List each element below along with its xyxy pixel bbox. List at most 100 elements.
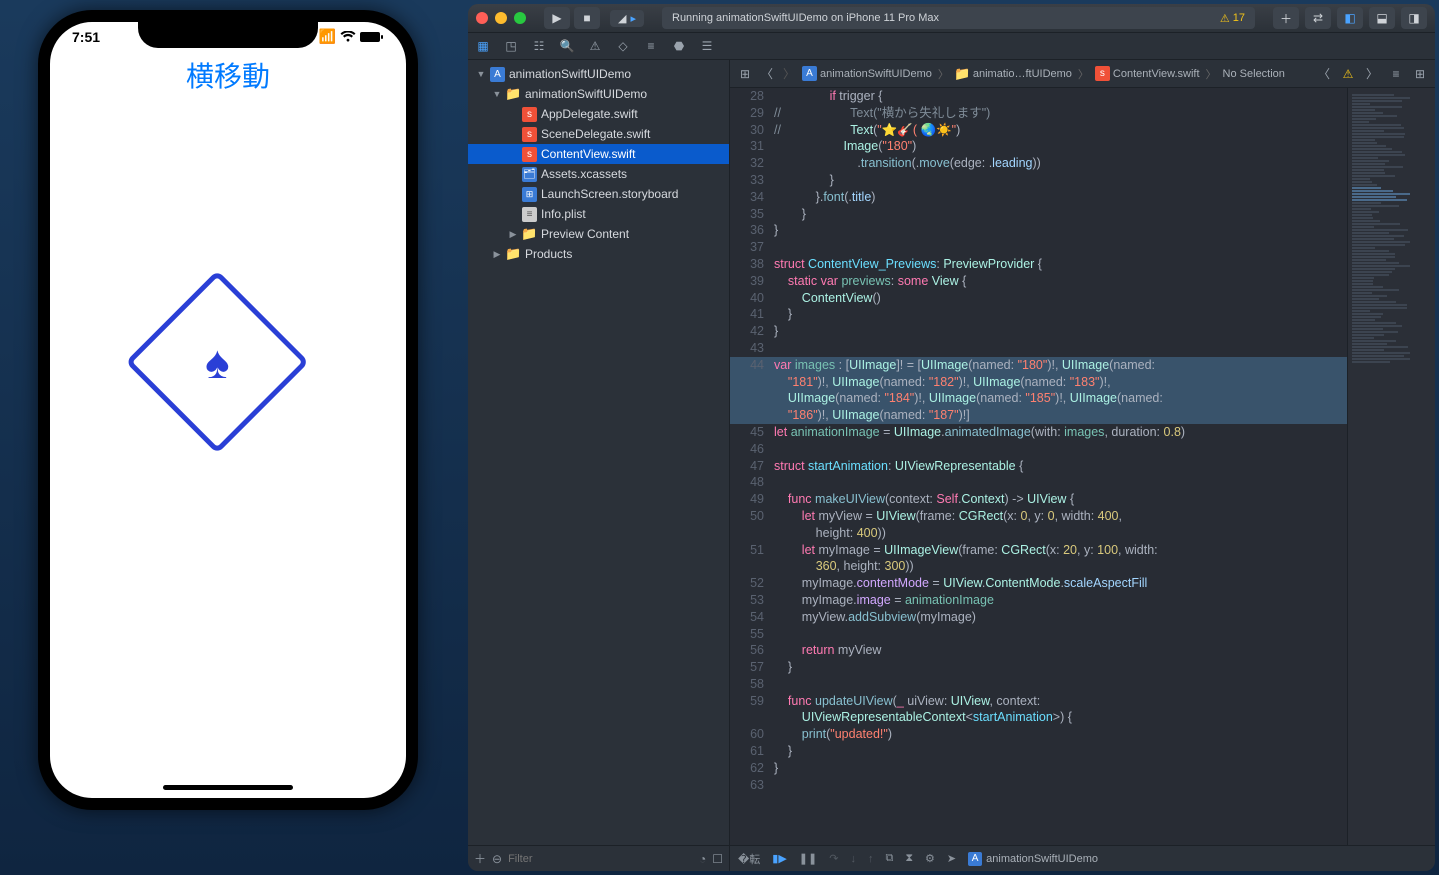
breakpoints-toggle[interactable]: ▮▶: [772, 852, 787, 865]
filter-input[interactable]: [508, 853, 693, 865]
code-line[interactable]: 28 if trigger {: [730, 88, 1347, 105]
code-line[interactable]: 48: [730, 474, 1347, 491]
code-line[interactable]: 32 .transition(.move(edge: .leading)): [730, 155, 1347, 172]
code-line[interactable]: 45let animationImage = UIImage.animatedI…: [730, 424, 1347, 441]
code-line[interactable]: 34 }.font(.title): [730, 189, 1347, 206]
tree-row-contentview-swift[interactable]: sContentView.swift: [468, 144, 729, 164]
zoom-button[interactable]: [514, 12, 526, 24]
code-line[interactable]: 56 return myView: [730, 642, 1347, 659]
breakpoint-navigator-tab[interactable]: ⬣: [670, 37, 688, 55]
code-line[interactable]: 58: [730, 676, 1347, 693]
tree-row-animationswiftuidemo[interactable]: ▼📁animationSwiftUIDemo: [468, 84, 729, 104]
jumpbar-folder[interactable]: 📁animatio…ftUIDemo: [955, 66, 1072, 81]
code-line[interactable]: 55: [730, 626, 1347, 643]
code-line[interactable]: 36}: [730, 222, 1347, 239]
add-target-button[interactable]: ＋: [474, 850, 486, 867]
code-line[interactable]: 41 }: [730, 306, 1347, 323]
code-line[interactable]: 38struct ContentView_Previews: PreviewPr…: [730, 256, 1347, 273]
tree-row-assets-xcassets[interactable]: 🗂Assets.xcassets: [468, 164, 729, 184]
tree-row-animationswiftuidemo[interactable]: ▼AanimationSwiftUIDemo: [468, 64, 729, 84]
symbol-navigator-tab[interactable]: ☷: [530, 37, 548, 55]
code-line[interactable]: 360, height: 300)): [730, 558, 1347, 575]
code-line[interactable]: 47struct startAnimation: UIViewRepresent…: [730, 458, 1347, 475]
code-line[interactable]: 42}: [730, 323, 1347, 340]
step-out-button[interactable]: ↑: [868, 853, 874, 865]
step-into-button[interactable]: ↓: [850, 853, 856, 865]
tree-row-launchscreen-storyboard[interactable]: ⊞LaunchScreen.storyboard: [468, 184, 729, 204]
code-line[interactable]: 30// Text("⭐️🎸( 🌏☀️"): [730, 122, 1347, 139]
code-line[interactable]: 29// Text("横から失礼します"): [730, 105, 1347, 122]
forward-button[interactable]: 〉: [780, 65, 798, 83]
scheme-selector[interactable]: ◢ ▸: [610, 10, 644, 27]
next-issue-button[interactable]: 〉: [1363, 65, 1381, 83]
code-line[interactable]: 63: [730, 777, 1347, 794]
back-button[interactable]: 〈: [758, 65, 776, 83]
add-editor-button[interactable]: ⊞: [1411, 65, 1429, 83]
code-line[interactable]: 57 }: [730, 659, 1347, 676]
toggle-bottom-panel-button[interactable]: ⬓: [1369, 7, 1395, 29]
code-line[interactable]: 43: [730, 340, 1347, 357]
test-navigator-tab[interactable]: ◇: [614, 37, 632, 55]
activity-status[interactable]: Running animationSwiftUIDemo on iPhone 1…: [662, 7, 1255, 29]
toggle-right-panel-button[interactable]: ◨: [1401, 7, 1427, 29]
code-line[interactable]: 31 Image("180"): [730, 138, 1347, 155]
issue-navigator-tab[interactable]: ⚠: [586, 37, 604, 55]
hide-debug-button[interactable]: �転: [738, 851, 760, 867]
jumpbar-selection[interactable]: No Selection: [1223, 68, 1285, 80]
code-line[interactable]: 50 let myView = UIView(frame: CGRect(x: …: [730, 508, 1347, 525]
tree-row-preview-content[interactable]: ▶📁Preview Content: [468, 224, 729, 244]
add-tab-button[interactable]: ＋: [1273, 7, 1299, 29]
home-indicator[interactable]: [163, 785, 293, 790]
code-line[interactable]: 37: [730, 239, 1347, 256]
step-over-button[interactable]: ↷: [829, 852, 838, 865]
report-navigator-tab[interactable]: ☰: [698, 37, 716, 55]
code-line[interactable]: 61 }: [730, 743, 1347, 760]
code-line[interactable]: 60 print("updated!"): [730, 726, 1347, 743]
find-navigator-tab[interactable]: 🔍: [558, 37, 576, 55]
code-line[interactable]: 44var images : [UIImage]! = [UIImage(nam…: [730, 357, 1347, 374]
debug-process[interactable]: A animationSwiftUIDemo: [968, 852, 1098, 866]
disclosure-triangle[interactable]: ▶: [492, 249, 502, 260]
code-line[interactable]: 59 func updateUIView(_ uiView: UIView, c…: [730, 693, 1347, 710]
tree-row-scenedelegate-swift[interactable]: sSceneDelegate.swift: [468, 124, 729, 144]
debug-navigator-tab[interactable]: ≡: [642, 37, 660, 55]
related-items-button[interactable]: ⊞: [736, 65, 754, 83]
ios-simulator[interactable]: 7:51 📶 横移動 ♠: [38, 10, 418, 810]
prev-issue-button[interactable]: 〈: [1315, 65, 1333, 83]
close-button[interactable]: [476, 12, 488, 24]
code-line[interactable]: "181")!, UIImage(named: "182")!, UIImage…: [730, 374, 1347, 391]
project-navigator[interactable]: ▼AanimationSwiftUIDemo▼📁animationSwiftUI…: [468, 60, 730, 871]
code-review-button[interactable]: ⇄: [1305, 7, 1331, 29]
project-navigator-tab[interactable]: ▦: [474, 37, 492, 55]
jumpbar-file[interactable]: sContentView.swift: [1095, 66, 1200, 81]
code-line[interactable]: 33 }: [730, 172, 1347, 189]
nav-title[interactable]: 横移動: [50, 55, 406, 95]
code-line[interactable]: 53 myImage.image = animationImage: [730, 592, 1347, 609]
code-line[interactable]: UIViewRepresentableContext<startAnimatio…: [730, 709, 1347, 726]
toggle-left-panel-button[interactable]: ◧: [1337, 7, 1363, 29]
warning-badge[interactable]: ⚠ 17: [1220, 12, 1245, 25]
source-control-tab[interactable]: ◳: [502, 37, 520, 55]
disclosure-triangle[interactable]: ▼: [492, 89, 502, 99]
code-line[interactable]: UIImage(named: "184")!, UIImage(named: "…: [730, 390, 1347, 407]
disclosure-triangle[interactable]: ▶: [508, 229, 518, 240]
tree-row-appdelegate-swift[interactable]: sAppDelegate.swift: [468, 104, 729, 124]
jump-bar[interactable]: ⊞ 〈 〉 AanimationSwiftUIDemo 〉 📁animatio……: [730, 60, 1435, 88]
editor-options-button[interactable]: ≡: [1387, 65, 1405, 83]
run-button[interactable]: ▶: [544, 7, 570, 29]
code-line[interactable]: 52 myImage.contentMode = UIView.ContentM…: [730, 575, 1347, 592]
code-line[interactable]: 49 func makeUIView(context: Self.Context…: [730, 491, 1347, 508]
tree-row-info-plist[interactable]: ≡Info.plist: [468, 204, 729, 224]
code-line[interactable]: 54 myView.addSubview(myImage): [730, 609, 1347, 626]
memory-graph-button[interactable]: ⧗: [905, 852, 913, 865]
tree-row-products[interactable]: ▶📁Products: [468, 244, 729, 264]
source-editor[interactable]: 28 if trigger {29// Text("横から失礼します")30//…: [730, 88, 1347, 845]
code-line[interactable]: 35 }: [730, 206, 1347, 223]
recent-filter-button[interactable]: ◔: [699, 852, 706, 866]
code-line[interactable]: "186")!, UIImage(named: "187")!]: [730, 407, 1347, 424]
code-line[interactable]: 39 static var previews: some View {: [730, 273, 1347, 290]
code-line[interactable]: 40 ContentView(): [730, 290, 1347, 307]
scm-filter-button[interactable]: ☐: [712, 852, 723, 866]
minimap[interactable]: [1347, 88, 1435, 845]
code-line[interactable]: height: 400)): [730, 525, 1347, 542]
